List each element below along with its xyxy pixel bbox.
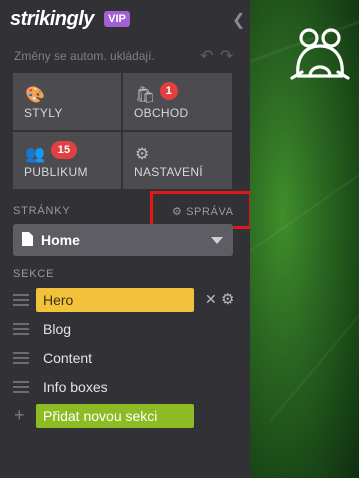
delete-section-icon[interactable]: ✕: [205, 291, 217, 308]
tile-nastaveni[interactable]: ⚙ NASTAVENÍ: [123, 132, 232, 189]
leaf-vein: [250, 158, 359, 252]
drag-handle-icon[interactable]: [13, 294, 29, 309]
selected-page-name: Home: [41, 232, 80, 248]
drag-handle-icon[interactable]: [13, 381, 29, 396]
palette-icon: 🎨: [25, 87, 46, 104]
autosave-status: Změny se autom. ukládají.: [14, 49, 155, 63]
tile-label: PUBLIKUM: [24, 165, 88, 179]
tile-obchod[interactable]: 🛍 1 OBCHOD: [123, 73, 232, 130]
leaf-vein: [270, 312, 359, 422]
tile-label: NASTAVENÍ: [134, 165, 203, 179]
strikingly-logo[interactable]: strikingly: [10, 8, 94, 31]
section-name[interactable]: Blog: [36, 317, 194, 341]
shopping-bag-icon: 🛍: [135, 87, 156, 104]
document-icon: [22, 232, 33, 246]
tile-label: STYLY: [24, 106, 63, 120]
people-icon: 👥: [25, 146, 46, 163]
tile-styly[interactable]: 🎨 STYLY: [13, 73, 121, 130]
chevron-down-icon: [211, 237, 223, 244]
page-select[interactable]: Home: [13, 224, 233, 256]
section-name[interactable]: Info boxes: [36, 375, 194, 399]
plus-icon: +: [14, 405, 25, 425]
orders-badge: 1: [160, 82, 178, 100]
drag-handle-icon[interactable]: [13, 352, 29, 367]
audience-badge: 15: [51, 141, 77, 159]
add-section-button[interactable]: Přidat novou sekci: [36, 404, 194, 428]
section-row-info-boxes: Info boxes: [0, 374, 250, 400]
tile-label: OBCHOD: [134, 106, 189, 120]
add-section-row: + Přidat novou sekci: [0, 403, 250, 429]
redo-icon[interactable]: ↷: [220, 46, 233, 66]
editor-sidebar: strikingly VIP ❮ Změny se autom. ukládaj…: [0, 0, 252, 478]
pages-section-label: STRÁNKY: [13, 205, 71, 217]
drag-handle-icon[interactable]: [13, 323, 29, 338]
sections-label: SEKCE: [13, 268, 55, 280]
vip-badge: VIP: [104, 11, 130, 27]
section-row-content: Content: [0, 345, 250, 371]
undo-icon[interactable]: ↶: [200, 46, 213, 66]
tile-publikum[interactable]: 👥 15 PUBLIKUM: [13, 132, 121, 189]
section-row-blog: Blog: [0, 316, 250, 342]
section-name[interactable]: Content: [36, 346, 194, 370]
collapse-sidebar-icon[interactable]: ❮: [232, 10, 245, 30]
section-name[interactable]: Hero: [36, 288, 194, 312]
site-preview[interactable]: [250, 0, 359, 478]
frog-logo-icon: [290, 28, 350, 80]
gear-icon: ⚙: [135, 146, 150, 163]
section-row-hero: Hero ✕ ⚙: [0, 287, 250, 313]
section-settings-icon[interactable]: ⚙: [221, 290, 234, 308]
